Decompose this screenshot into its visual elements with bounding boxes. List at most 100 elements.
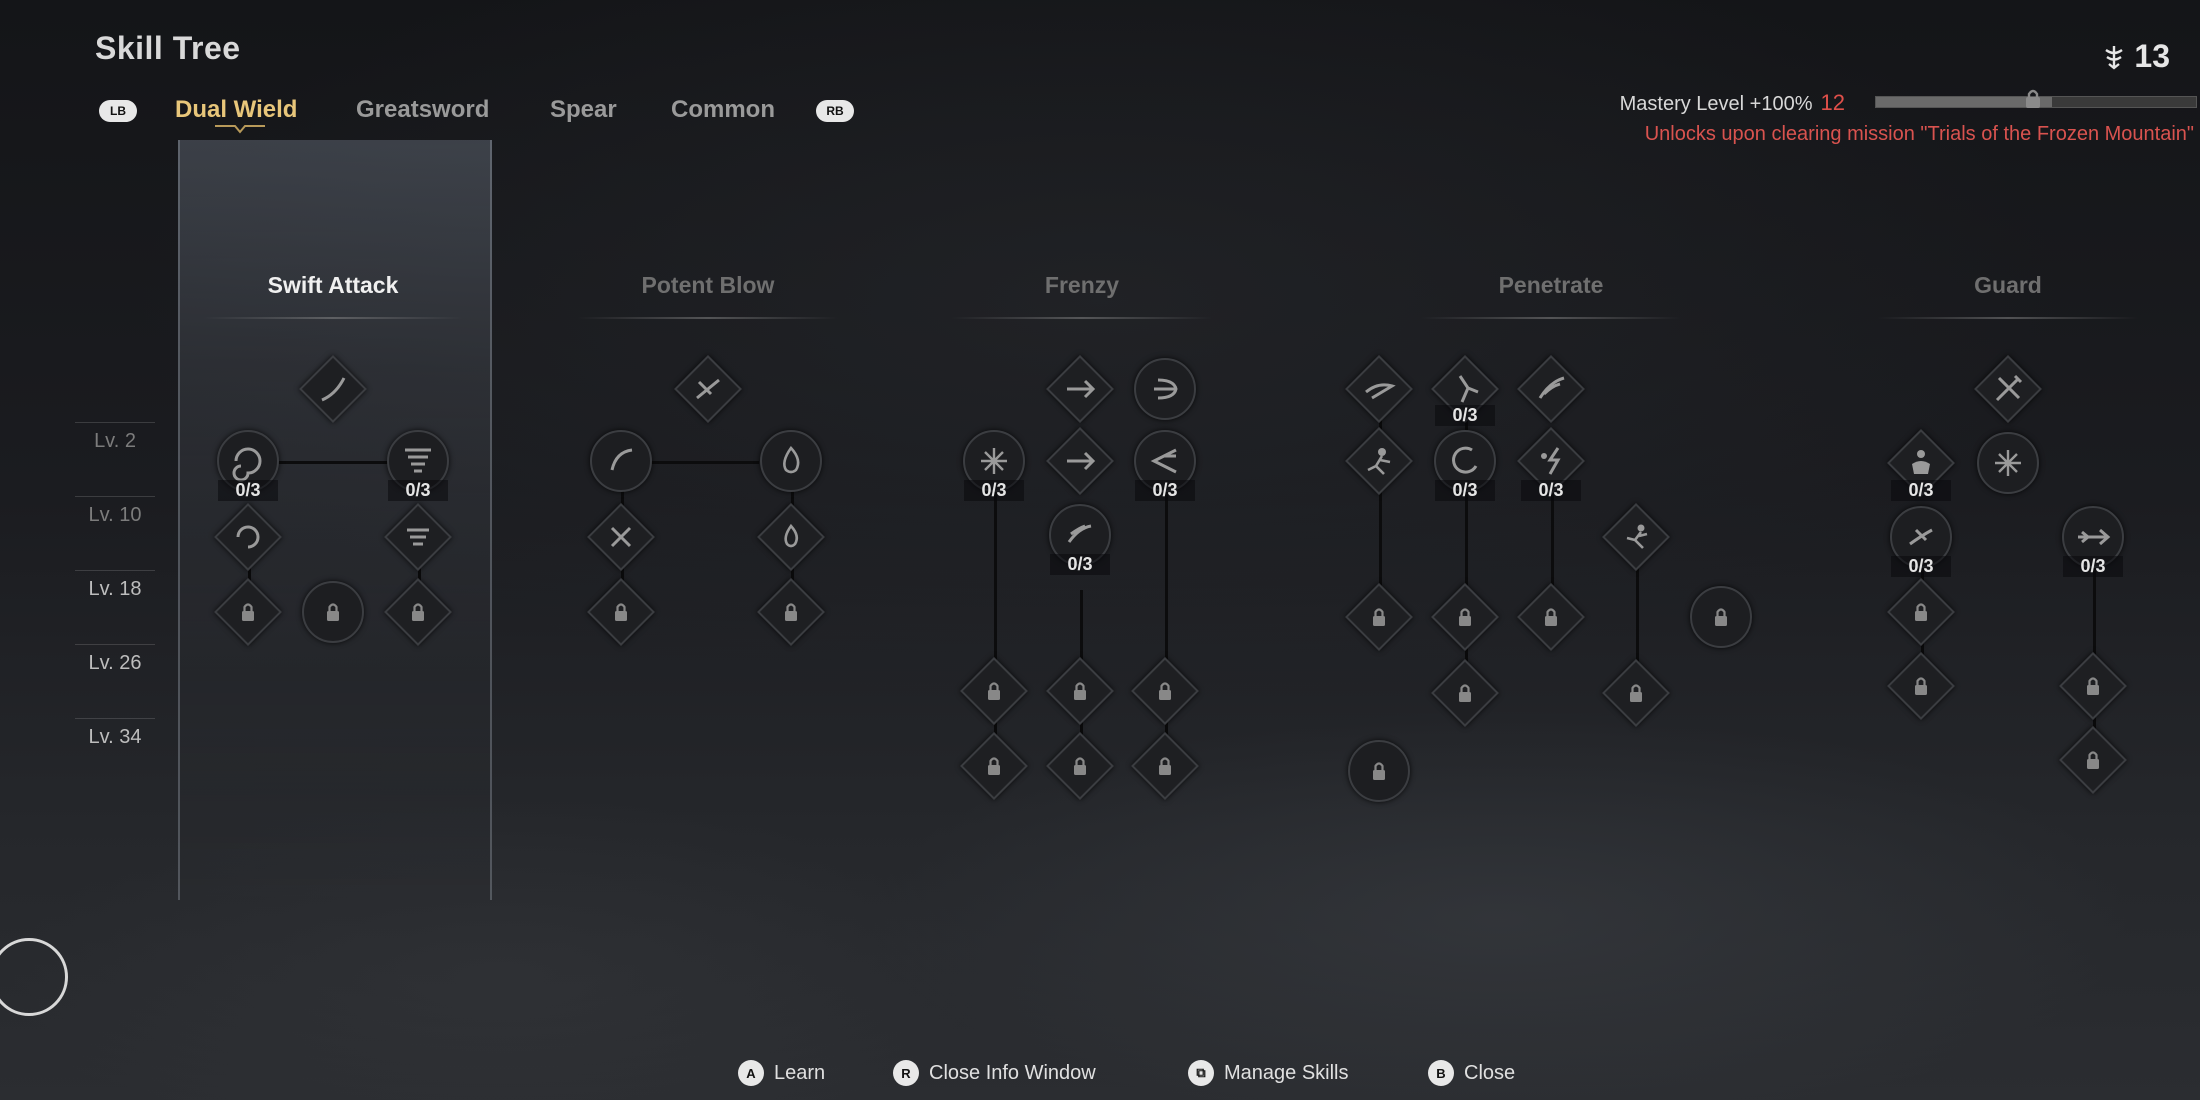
level-marker-10: Lv. 10 [88, 504, 142, 526]
hint-close[interactable]: B Close [1428, 1060, 1515, 1086]
loading-ring-icon [0, 938, 68, 1016]
hint-manage-skills[interactable]: ⧉ Manage Skills [1188, 1060, 1349, 1086]
level-divider [75, 570, 155, 571]
flame-icon [783, 445, 800, 474]
node-connector [278, 461, 388, 464]
skill-node-swift-lv10-right[interactable] [384, 503, 452, 571]
hint-learn[interactable]: A Learn [738, 1060, 825, 1086]
tab-dual-wield[interactable]: Dual Wield [175, 96, 297, 124]
skill-rank: 0/3 [1435, 405, 1495, 426]
locked-skill-node[interactable] [587, 578, 655, 646]
category-penetrate[interactable]: Penetrate [1401, 272, 1701, 299]
lock-icon [988, 757, 1000, 775]
skill-node-guard-root[interactable] [1974, 355, 2042, 423]
lock-icon [1159, 757, 1171, 775]
fighter-stance-icon [1367, 448, 1391, 475]
category-potent-blow[interactable]: Potent Blow [558, 272, 858, 299]
whirlwind-icon [236, 525, 260, 549]
locked-skill-node[interactable] [1131, 732, 1199, 800]
level-marker-26: Lv. 26 [88, 652, 142, 674]
skill-node-potent-root[interactable] [674, 355, 742, 423]
mastery-level-value: 12 [1820, 90, 1845, 115]
crescent-slash-icon [610, 448, 633, 471]
locked-skill-node[interactable] [384, 578, 452, 646]
level-divider [75, 496, 155, 497]
category-swift-attack[interactable]: Swift Attack [183, 272, 483, 299]
crossed-axes-icon [1995, 374, 2023, 402]
skill-node-potent-lv10-right[interactable] [757, 503, 825, 571]
skill-node-penetrate-lv2-left[interactable] [1345, 427, 1413, 495]
locked-skill-node[interactable] [757, 578, 825, 646]
skill-rank: 0/3 [1891, 480, 1951, 501]
lb-button[interactable]: LB [99, 100, 137, 122]
mastery-level-label: Mastery Level +100% [1619, 93, 1813, 115]
lock-icon [1074, 682, 1086, 700]
skill-node-potent-lv10-left[interactable] [587, 503, 655, 571]
skill-node-guard-lv2-right[interactable] [1977, 432, 2039, 494]
category-rule [1421, 317, 1681, 319]
lock-icon [412, 603, 424, 621]
shatter-icon [1995, 450, 2021, 476]
tab-common[interactable]: Common [671, 96, 775, 124]
skill-node-penetrate-top-left[interactable] [1345, 355, 1413, 423]
lock-icon [615, 603, 627, 621]
locked-skill-node[interactable] [1131, 657, 1199, 725]
level-divider [75, 644, 155, 645]
locked-skill-node[interactable] [1431, 583, 1499, 651]
locked-skill-node[interactable] [960, 657, 1028, 725]
tab-greatsword[interactable]: Greatsword [356, 96, 489, 124]
skill-node-swift-lv10-left[interactable] [214, 503, 282, 571]
mastery-level: Mastery Level +100% 12 [1620, 90, 1845, 116]
locked-skill-node[interactable] [1348, 740, 1410, 802]
lock-icon [327, 603, 339, 621]
skill-node-frenzy-top-left[interactable] [1046, 355, 1114, 423]
hint-close-info[interactable]: R Close Info Window [893, 1060, 1096, 1086]
b-button-icon: B [1428, 1060, 1454, 1086]
rb-button[interactable]: RB [816, 100, 854, 122]
lock-icon [1373, 762, 1385, 780]
skill-node-frenzy-lv2-mid[interactable] [1046, 427, 1114, 495]
skill-rank: 0/3 [388, 480, 448, 501]
skill-node-frenzy-top-right[interactable] [1134, 358, 1196, 420]
blade-slash-icon [321, 377, 346, 402]
tab-spear[interactable]: Spear [550, 96, 617, 124]
locked-skill-node[interactable] [1345, 583, 1413, 651]
locked-skill-node[interactable] [1602, 659, 1670, 727]
lock-icon [1715, 608, 1727, 626]
hint-close-info-label: Close Info Window [929, 1061, 1096, 1084]
lock-icon [1915, 603, 1927, 621]
locked-skill-node[interactable] [1431, 659, 1499, 727]
locked-skill-node[interactable] [1887, 652, 1955, 720]
locked-skill-node[interactable] [1887, 578, 1955, 646]
category-rule [952, 317, 1212, 319]
category-rule [203, 317, 463, 319]
category-guard[interactable]: Guard [1858, 272, 2158, 299]
locked-skill-node[interactable] [1690, 586, 1752, 648]
spiral-dash-icon [1154, 378, 1178, 400]
level-marker-2: Lv. 2 [94, 430, 136, 452]
hint-close-label: Close [1464, 1061, 1516, 1084]
skill-node-potent-lv2-right[interactable] [760, 430, 822, 492]
locked-skill-node[interactable] [214, 578, 282, 646]
lock-icon [1915, 677, 1927, 695]
locked-skill-node[interactable] [1517, 583, 1585, 651]
locked-skill-node[interactable] [2059, 652, 2127, 720]
node-connector [649, 461, 759, 464]
skill-rank: 0/3 [964, 480, 1024, 501]
skill-node-swift-root[interactable] [299, 355, 367, 423]
level-divider [75, 718, 155, 719]
locked-skill-node[interactable] [960, 732, 1028, 800]
skill-node-penetrate-lv10[interactable] [1602, 503, 1670, 571]
locked-skill-node[interactable] [1046, 657, 1114, 725]
unlock-requirement: Unlocks upon clearing mission "Trials of… [1644, 123, 2194, 145]
a-button-icon: A [738, 1060, 764, 1086]
locked-skill-node[interactable] [1046, 732, 1114, 800]
category-frenzy[interactable]: Frenzy [932, 272, 1232, 299]
locked-skill-node[interactable] [302, 581, 364, 643]
skill-rank: 0/3 [1135, 480, 1195, 501]
lock-icon [1545, 608, 1557, 626]
cross-slash-icon [696, 378, 720, 400]
skill-node-penetrate-top-right[interactable] [1517, 355, 1585, 423]
locked-skill-node[interactable] [2059, 726, 2127, 794]
skill-node-potent-lv2-left[interactable] [590, 430, 652, 492]
